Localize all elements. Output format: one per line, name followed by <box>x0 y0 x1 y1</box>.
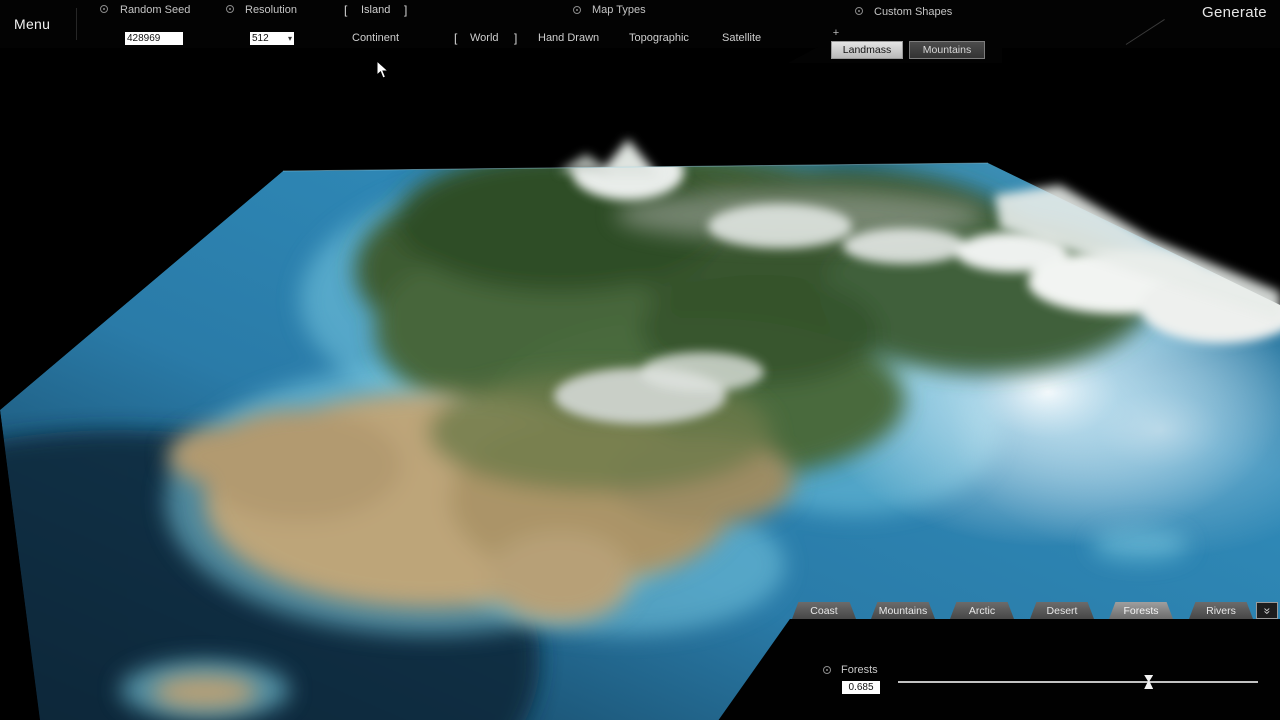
generate-button[interactable]: Generate <box>1202 4 1267 21</box>
random-seed-label: Random Seed <box>120 4 190 16</box>
landform-bracket-open: [ <box>344 3 347 17</box>
map-types-label: Map Types <box>592 4 646 16</box>
forests-slider-label: Forests <box>841 664 878 676</box>
divider <box>76 8 77 40</box>
forests-value-input[interactable] <box>842 681 880 694</box>
map-type-bracket-open: [ <box>454 31 457 45</box>
double-chevron-down-icon: » <box>1261 607 1273 614</box>
resolution-select[interactable]: 512 ▾ <box>250 32 294 45</box>
custom-shapes-info-icon <box>855 7 863 15</box>
custom-shapes-label: Custom Shapes <box>874 6 952 18</box>
resolution-label: Resolution <box>245 4 297 16</box>
add-shape-button[interactable]: + <box>830 27 842 39</box>
biome-tab-rivers[interactable]: Rivers <box>1189 602 1253 619</box>
random-seed-input[interactable] <box>125 32 183 45</box>
biome-settings-panel: Forests <box>700 619 1280 720</box>
shape-tab-mountains[interactable]: Mountains <box>909 41 985 59</box>
menu-button[interactable]: Menu <box>14 16 50 32</box>
biome-tab-arctic[interactable]: Arctic <box>950 602 1014 619</box>
landform-bracket-close: ] <box>404 3 407 17</box>
biome-tab-mountains[interactable]: Mountains <box>871 602 935 619</box>
biome-tab-coast[interactable]: Coast <box>792 602 856 619</box>
biome-tab-forests[interactable]: Forests <box>1109 602 1173 619</box>
biome-tab-desert[interactable]: Desert <box>1030 602 1094 619</box>
map-type-option-topographic[interactable]: Topographic <box>629 32 689 44</box>
landform-option-island[interactable]: Island <box>361 4 390 16</box>
landform-option-continent[interactable]: Continent <box>352 32 399 44</box>
map-type-option-satellite[interactable]: Satellite <box>722 32 761 44</box>
forests-slider-track[interactable] <box>898 681 1258 683</box>
map-type-option-world[interactable]: World <box>470 32 499 44</box>
map-type-option-hand-drawn[interactable]: Hand Drawn <box>538 32 599 44</box>
collapse-panel-button[interactable]: » <box>1256 602 1278 619</box>
map-generator-app: Menu Random Seed Resolution 512 ▾ [ Isla… <box>0 0 1280 720</box>
random-seed-info-icon <box>100 5 108 13</box>
resolution-value: 512 <box>252 33 269 44</box>
map-types-info-icon <box>573 6 581 14</box>
chevron-down-icon: ▾ <box>288 34 292 43</box>
shape-tab-landmass[interactable]: Landmass <box>831 41 903 59</box>
forests-slider[interactable] <box>898 673 1258 691</box>
map-type-bracket-close: ] <box>514 31 517 45</box>
resolution-info-icon <box>226 5 234 13</box>
forests-info-icon <box>823 666 831 674</box>
